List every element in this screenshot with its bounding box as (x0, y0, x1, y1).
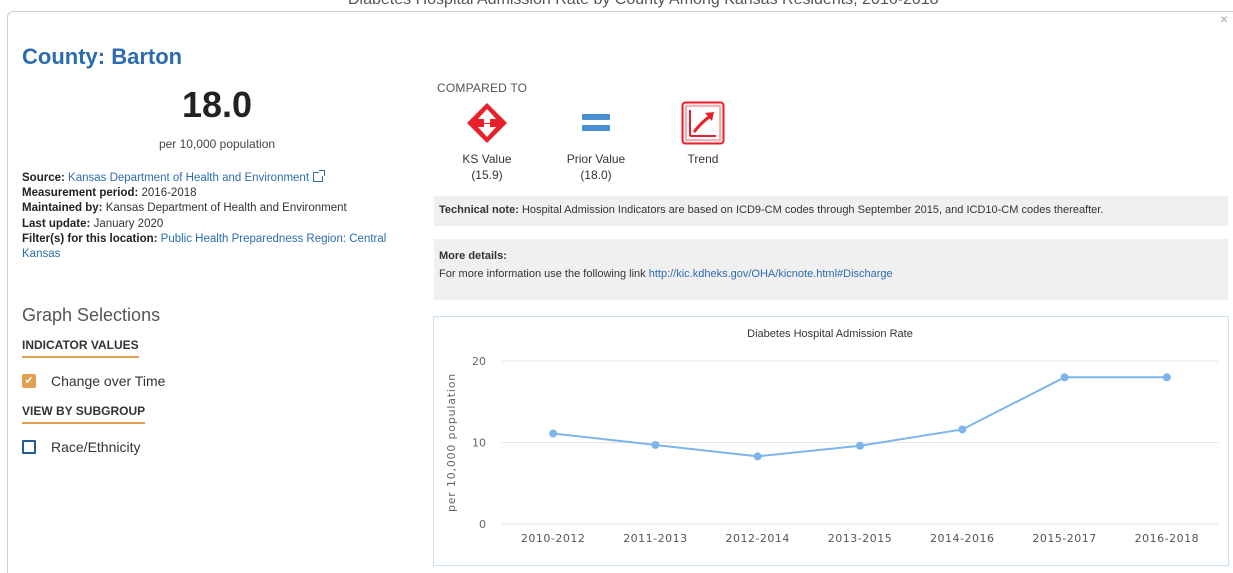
trend-up-icon (681, 101, 725, 145)
page-heading-clipped: Diabetes Hospital Admission Rate by Coun… (0, 0, 1233, 10)
county-title: County: Barton (22, 44, 183, 69)
prior-value-label: Prior Value (566, 152, 626, 166)
y-tick-label: 20 (472, 355, 486, 368)
last-update-line: Last update: January 2020 (22, 217, 412, 232)
y-tick-label: 10 (472, 437, 486, 450)
chart-container: Diabetes Hospital Admission Rate per 10,0… (433, 316, 1229, 566)
ks-value-label: KS Value (462, 152, 512, 166)
ks-value-number: (15.9) (471, 168, 503, 182)
external-link-icon[interactable] (313, 170, 326, 182)
data-point (1162, 373, 1171, 382)
data-point (549, 429, 558, 438)
checkbox-empty-icon[interactable] (22, 440, 36, 454)
trend-label: Trend (687, 152, 719, 166)
race-ethnicity-label: Race/Ethnicity (51, 439, 141, 455)
x-tick-label: 2010-2012 (521, 532, 585, 545)
page-heading-text: Diabetes Hospital Admission Rate by Coun… (348, 0, 939, 9)
more-details-link[interactable]: http://kic.kdheks.gov/OHA/kicnote.html#D… (649, 268, 893, 280)
maintained-label: Maintained by: (22, 202, 103, 215)
checkbox-checked-icon[interactable]: ✔ (22, 374, 36, 388)
period-value: 2016-2018 (141, 187, 197, 200)
data-point (753, 452, 762, 461)
data-point (1060, 373, 1069, 382)
x-tick-label: 2011-2013 (623, 532, 687, 545)
x-tick-label: 2014-2016 (930, 532, 994, 545)
x-tick-label: 2015-2017 (1032, 532, 1096, 545)
maintained-value: Kansas Department of Health and Environm… (105, 202, 347, 215)
data-point (651, 440, 660, 449)
more-details: More details: For more information use t… (434, 239, 1228, 300)
technical-note: Technical note: Hospital Admission Indic… (434, 196, 1228, 226)
y-axis-label: per 10,000 population (445, 373, 458, 512)
indicator-unit: per 10,000 population (158, 137, 276, 151)
prior-value-item: Prior Value (18.0) (556, 151, 636, 183)
x-tick-label: 2016-2018 (1135, 532, 1199, 545)
trend-item: Trend (663, 151, 743, 167)
source-label: Source: (22, 172, 65, 184)
period-label: Measurement period: (22, 187, 139, 200)
technical-note-label: Technical note: (439, 204, 519, 216)
more-details-label: More details: (439, 250, 507, 262)
indicator-value: 18.0 (181, 84, 253, 125)
compared-to-heading: COMPARED TO (437, 81, 528, 95)
graph-selections-title: Graph Selections (22, 305, 161, 325)
change-over-time-option[interactable]: ✔ Change over Time (22, 373, 165, 389)
technical-note-text: Hospital Admission Indicators are based … (521, 204, 1104, 216)
indicator-values-heading: INDICATOR VALUES (22, 338, 139, 358)
filter-label: Filter(s) for this location: (22, 232, 158, 245)
chart-title: Diabetes Hospital Admission Rate (747, 328, 913, 340)
update-value: January 2020 (93, 217, 164, 230)
x-tick-label: 2012-2014 (725, 532, 789, 545)
metadata-block: Source: Kansas Department of Health and … (22, 170, 412, 262)
source-line: Source: Kansas Department of Health and … (22, 170, 412, 186)
data-point (958, 425, 967, 434)
filter-line: Filter(s) for this location: Public Heal… (22, 232, 412, 262)
change-over-time-label: Change over Time (51, 373, 166, 389)
prior-value-number: (18.0) (580, 168, 612, 182)
source-link[interactable]: Kansas Department of Health and Environm… (68, 172, 309, 184)
data-point (856, 441, 864, 450)
ks-value-item: KS Value (15.9) (447, 151, 527, 183)
x-tick-label: 2013-2015 (828, 532, 892, 545)
y-tick-label: 0 (479, 518, 486, 531)
update-label: Last update: (22, 217, 91, 230)
line-chart: Diabetes Hospital Admission Rate per 10,0… (445, 328, 1218, 545)
up-down-arrows-badge-icon (467, 103, 507, 143)
view-by-subgroup-heading: VIEW BY SUBGROUP (22, 404, 146, 424)
close-icon[interactable]: × (1220, 12, 1233, 26)
equals-icon (582, 114, 610, 131)
maintained-by-line: Maintained by: Kansas Department of Heal… (22, 201, 412, 216)
measurement-period-line: Measurement period: 2016-2018 (22, 186, 412, 201)
race-ethnicity-option[interactable]: Race/Ethnicity (22, 439, 140, 455)
more-details-text: For more information use the following l… (439, 268, 646, 280)
